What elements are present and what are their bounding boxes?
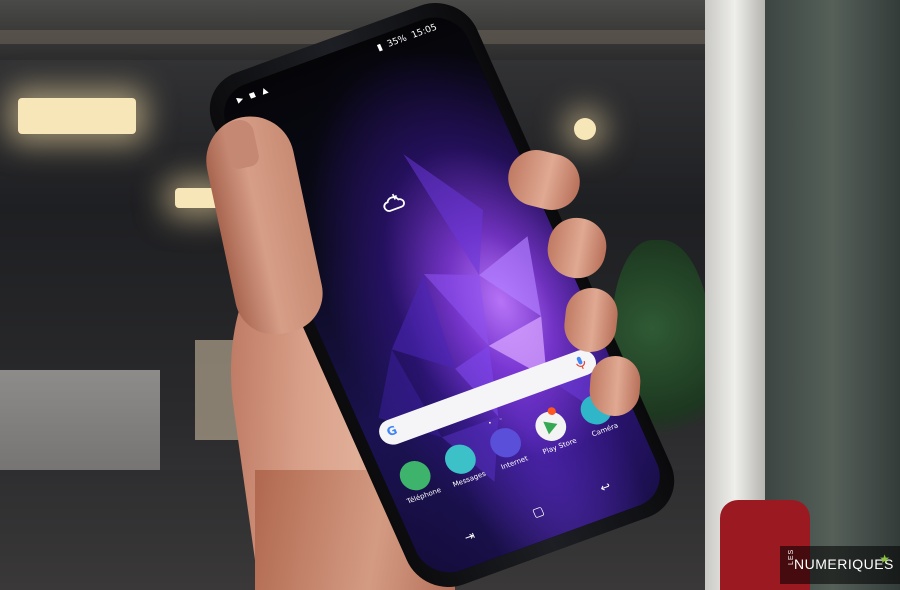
home-button[interactable]: ▢ (530, 503, 546, 520)
google-icon: G (384, 422, 400, 440)
back-button[interactable]: ↩ (598, 479, 613, 495)
recent-apps-button[interactable]: ⇥ (462, 528, 477, 544)
ceiling-light (18, 98, 136, 134)
watermark-logo: LES NUMERIQUES ★ (780, 546, 900, 584)
microphone-icon[interactable] (573, 354, 589, 372)
signal-icon: ▮ (375, 42, 385, 54)
star-icon: ★ (879, 552, 890, 566)
photo-scene: ▶ ◼ ▲ ▮ 35% 15:05 G • ◦ Téléphone Messag… (0, 0, 900, 590)
